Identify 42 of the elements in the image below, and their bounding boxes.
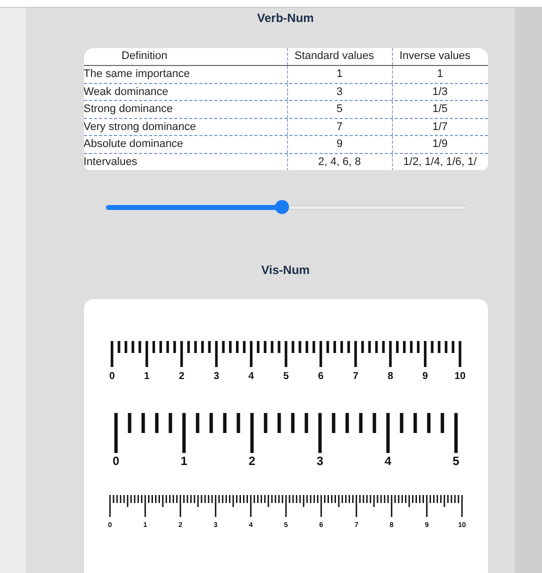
ruler-label: 1 — [180, 454, 187, 467]
table-cell-text: 5 — [336, 102, 343, 117]
table-cell-text: 1/2, 1/4, 1/6, 1/ — [403, 155, 477, 170]
ruler-label: 0 — [108, 371, 114, 382]
ruler-label: 3 — [316, 454, 323, 467]
ruler-label: 1 — [144, 371, 150, 382]
ruler-label: 4 — [384, 454, 391, 467]
ruler-label: 7 — [352, 371, 358, 382]
table-cell-text: 3 — [336, 84, 343, 100]
ruler-label: 4 — [248, 371, 254, 382]
ruler-label: 10 — [454, 371, 466, 382]
table-cell-text: Intervalues — [84, 155, 138, 170]
table-cell-text: 7 — [336, 120, 343, 134]
ruler-label: 8 — [387, 371, 393, 382]
table-cell-text: 1 — [336, 67, 343, 82]
table-cell-text: 1/5 — [432, 102, 448, 117]
slider[interactable] — [104, 200, 466, 214]
table-cell-text: 1/7 — [432, 120, 448, 134]
table-cell-text: Weak dominance — [84, 84, 168, 100]
table-cell-text: 1/9 — [432, 137, 448, 152]
table-cell-text: Strong dominance — [84, 102, 173, 117]
table-cell-text: The same importance — [84, 67, 190, 82]
table-cell-text: Absolute dominance — [84, 137, 184, 152]
table-cell-text: Very strong dominance — [84, 120, 196, 134]
table-cell-text: 9 — [336, 137, 343, 152]
column-header: Standard values — [294, 49, 374, 64]
table-cell-text: 2, 4, 6, 8 — [318, 155, 361, 170]
ruler-label: 5 — [282, 371, 288, 382]
ruler-label: 2 — [178, 371, 184, 382]
ruler-label: 9 — [422, 371, 428, 382]
ruler-label: 3 — [213, 371, 219, 382]
section-title: Verb-Num — [257, 10, 314, 27]
slider-thumb[interactable] — [274, 200, 289, 214]
ruler-label: 2 — [248, 454, 255, 467]
column-header: Definition — [122, 49, 168, 64]
ruler-label: 6 — [318, 371, 324, 382]
ruler-label: 5 — [452, 454, 459, 467]
ruler-label: 0 — [112, 454, 119, 467]
table-cell-text: 1 — [436, 67, 444, 82]
table-cell-text: 1/3 — [432, 84, 448, 100]
column-header: Inverse values — [400, 49, 470, 64]
section-title: Vis-Num — [261, 262, 310, 279]
